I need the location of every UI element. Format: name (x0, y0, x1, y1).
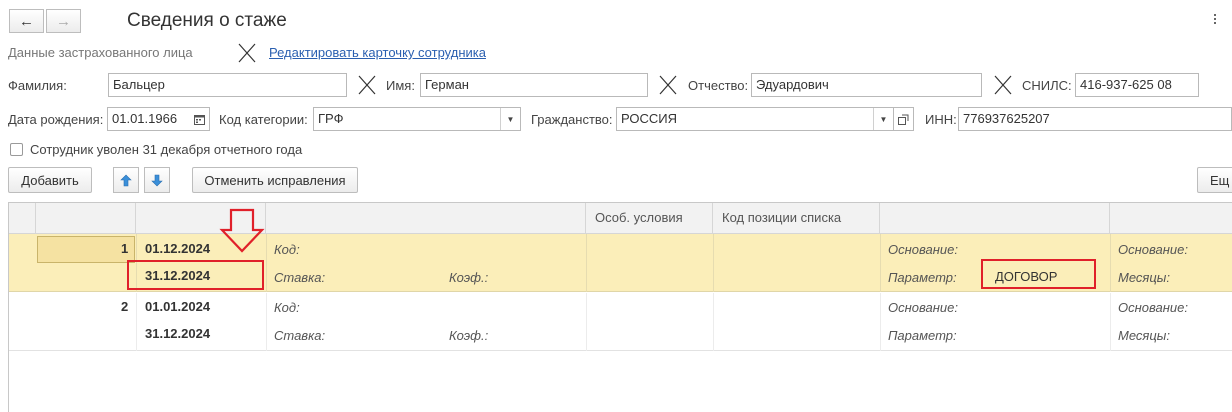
category-code-value: ГРФ (318, 111, 344, 126)
chevron-down-icon[interactable]: ▼ (500, 108, 520, 130)
months-label: Месяцы: (1118, 328, 1170, 343)
inn-field[interactable]: 776937625207 (958, 107, 1232, 131)
more-actions-icon[interactable] (1212, 12, 1218, 28)
header-list-position-code[interactable]: Код позиции списка (713, 203, 880, 234)
birth-date-field[interactable]: 01.01.1966 (107, 107, 210, 131)
move-down-button[interactable] (144, 167, 170, 193)
snils-field[interactable]: 416-937-625 08 (1075, 73, 1199, 97)
code-label: Код: (274, 300, 300, 315)
date-from[interactable]: 01.01.2024 (145, 299, 210, 314)
coef-label: Коэф.: (449, 328, 489, 343)
date-to[interactable]: 31.12.2024 (145, 326, 210, 341)
more-button[interactable]: Ещ (1197, 167, 1232, 193)
open-form-icon[interactable] (894, 107, 914, 131)
inn-label: ИНН: (925, 112, 957, 127)
header-col-territory (266, 203, 586, 234)
snils-label: СНИЛС: (1022, 78, 1072, 93)
citizenship-label: Гражданство: (531, 112, 613, 127)
calendar-icon[interactable] (189, 108, 209, 130)
date-from[interactable]: 01.12.2024 (145, 241, 210, 256)
months-label: Месяцы: (1118, 270, 1170, 285)
name-label: Имя: (386, 78, 415, 93)
basis2-label: Основание: (1118, 242, 1188, 257)
add-button[interactable]: Добавить (8, 167, 92, 193)
birth-date-label: Дата рождения: (8, 112, 104, 127)
basis-label: Основание: (888, 242, 958, 257)
arrow-right-icon: → (56, 12, 71, 30)
dismissed-checkbox[interactable] (10, 143, 23, 156)
category-code-label: Код категории: (219, 112, 308, 127)
clear-x-icon[interactable] (658, 74, 678, 96)
clear-x-icon[interactable] (993, 74, 1013, 96)
rate-label: Ставка: (274, 270, 326, 285)
move-up-button[interactable] (113, 167, 139, 193)
row-number: 2 (121, 299, 129, 314)
surname-label: Фамилия: (8, 78, 67, 93)
patronymic-field[interactable]: Эдуардович (751, 73, 982, 97)
dismissed-label: Сотрудник уволен 31 декабря отчетного го… (30, 142, 303, 157)
category-code-select[interactable]: ГРФ ▼ (313, 107, 521, 131)
annotation-highlight-param (981, 259, 1096, 289)
citizenship-value: РОССИЯ (621, 111, 678, 126)
basis2-label: Основание: (1118, 300, 1188, 315)
header-special-conditions[interactable]: Особ. условия (586, 203, 713, 234)
citizenship-select[interactable]: РОССИЯ ▼ (616, 107, 894, 131)
code-label: Код: (274, 242, 300, 257)
param-label: Параметр: (888, 270, 957, 285)
header-col-num (9, 203, 36, 234)
experience-table: Особ. условия Код позиции списка 1 01.12… (8, 202, 1232, 412)
annotation-arrow-down-icon (219, 208, 265, 253)
coef-label: Коэф.: (449, 270, 489, 285)
arrow-up-icon (120, 174, 132, 186)
surname-field[interactable]: Бальцер (108, 73, 347, 97)
arrow-down-icon (151, 174, 163, 186)
cancel-corrections-button[interactable]: Отменить исправления (192, 167, 358, 193)
clear-x-icon[interactable] (357, 74, 377, 96)
header-col-n (36, 203, 136, 234)
header-col-extra (1110, 203, 1232, 234)
param-label: Параметр: (888, 328, 957, 343)
name-field[interactable]: Герман (420, 73, 648, 97)
section-label-insured: Данные застрахованного лица (8, 45, 193, 60)
patronymic-label: Отчество: (688, 78, 749, 93)
arrow-left-icon: ← (19, 12, 34, 30)
edit-employee-card-link[interactable]: Редактировать карточку сотрудника (269, 45, 486, 60)
forward-button[interactable]: → (46, 9, 81, 33)
chevron-down-icon[interactable]: ▼ (873, 108, 893, 130)
annotation-highlight-date-to (127, 260, 264, 290)
row-number: 1 (121, 241, 129, 256)
table-header: Особ. условия Код позиции списка (9, 203, 1232, 234)
header-col-basis (880, 203, 1110, 234)
rate-label: Ставка: (274, 328, 326, 343)
back-button[interactable]: ← (9, 9, 44, 33)
basis-label: Основание: (888, 300, 958, 315)
table-row[interactable]: 2 01.01.2024 31.12.2024 Код: Ставка: Коэ… (9, 293, 1232, 351)
page-title: Сведения о стаже (127, 10, 287, 31)
clear-x-icon[interactable] (237, 42, 257, 64)
birth-date-value: 01.01.1966 (112, 111, 178, 126)
